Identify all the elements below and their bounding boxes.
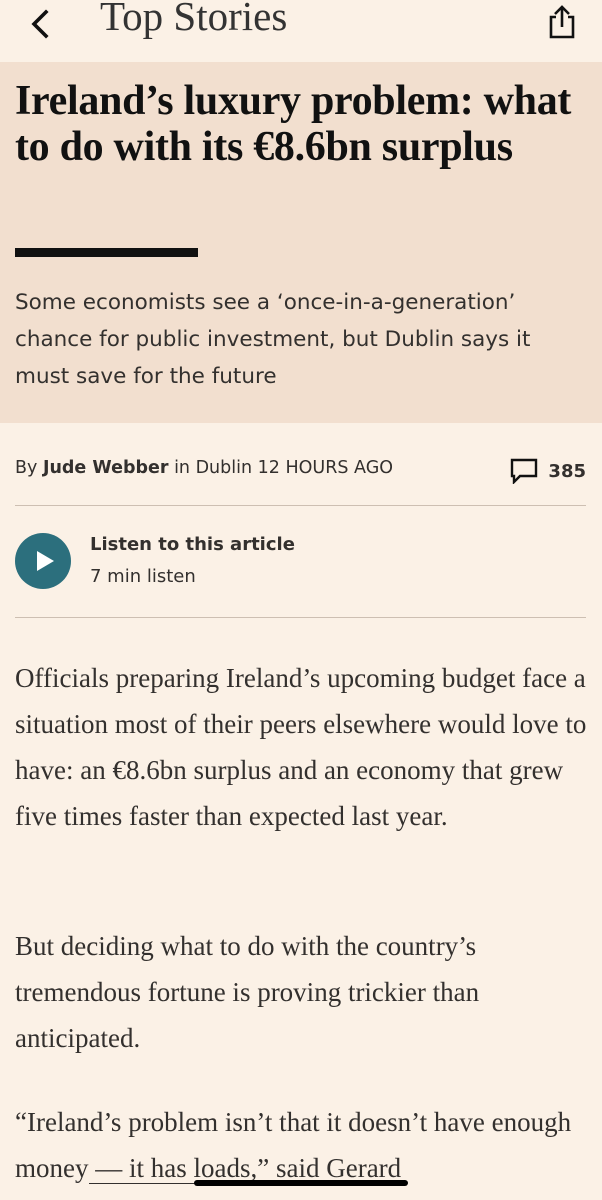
quote-text-after: said Gerard (269, 1153, 402, 1183)
byline-location: in Dublin (168, 458, 258, 478)
byline-prefix: By (15, 458, 43, 478)
headline-rule (15, 248, 198, 257)
back-button[interactable] (22, 4, 58, 44)
top-navigation-bar: Top Stories (0, 0, 602, 60)
comment-icon (511, 458, 538, 484)
play-button[interactable] (15, 533, 71, 589)
byline: By Jude Webber in Dublin 12 HOURS AGO (15, 458, 485, 478)
author-link[interactable]: Jude Webber (43, 458, 169, 478)
nav-title: Top Stories (100, 0, 288, 39)
article-paragraph: Officials preparing Ireland’s upcoming b… (15, 663, 587, 831)
listen-to-article[interactable]: Listen to this article 7 min listen (15, 532, 415, 592)
share-button[interactable] (542, 2, 582, 42)
article-paragraph: But deciding what to do with the country… (15, 931, 480, 1053)
divider (15, 505, 586, 506)
home-indicator[interactable] (194, 1180, 408, 1186)
play-icon (37, 551, 54, 571)
article-paragraph: “Ireland’s problem isn’t that it doesn’t… (15, 1099, 590, 1191)
article-header: Ireland’s luxury problem: what to do wit… (0, 62, 602, 423)
share-icon (549, 5, 575, 39)
comments-button[interactable]: 385 (510, 454, 586, 488)
listen-title: Listen to this article (90, 534, 295, 555)
comment-count: 385 (548, 460, 586, 482)
byline-timestamp: 12 HOURS AGO (257, 458, 394, 478)
divider (15, 617, 586, 618)
article-headline: Ireland’s luxury problem: what to do wit… (15, 78, 572, 170)
chevron-left-icon (31, 9, 49, 39)
listen-duration: 7 min listen (90, 566, 196, 587)
article-standfirst: Some economists see a ‘once-in-a-generat… (15, 290, 531, 389)
